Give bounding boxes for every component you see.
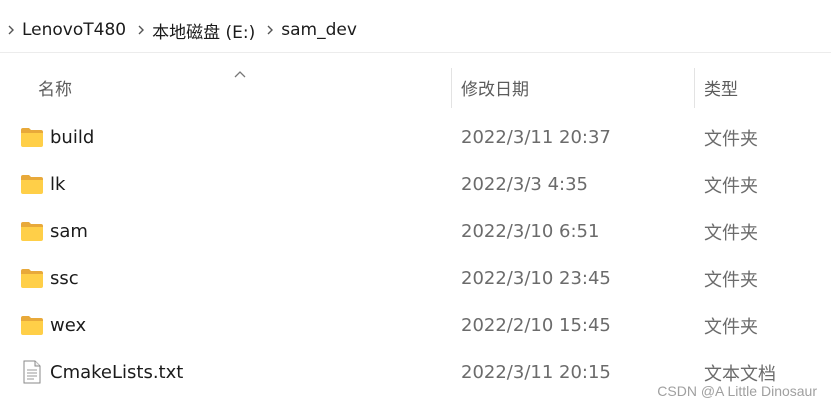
folder-icon [20, 173, 44, 195]
file-name[interactable]: CmakeLists.txt [50, 349, 183, 396]
file-modified-date: 2022/3/11 20:15 [461, 362, 611, 383]
watermark: CSDN @A Little Dinosaur [657, 383, 817, 399]
breadcrumb-item-computer[interactable]: LenovoT480 [20, 20, 132, 40]
file-name[interactable]: sam [50, 208, 88, 255]
column-divider[interactable] [451, 68, 452, 108]
breadcrumb-item-drive[interactable]: 本地磁盘 (E:) [150, 18, 261, 43]
file-row[interactable]: ssc 2022/3/10 23:45 文件夹 [0, 255, 831, 302]
file-type: 文件夹 [704, 175, 758, 197]
file-modified-date: 2022/2/10 15:45 [461, 315, 611, 336]
folder-icon [20, 314, 44, 336]
column-divider[interactable] [694, 68, 695, 108]
breadcrumb-item-folder[interactable]: sam_dev [279, 20, 363, 40]
file-name[interactable]: ssc [50, 255, 79, 302]
file-modified-date: 2022/3/3 4:35 [461, 174, 588, 195]
column-header-bar: 名称 修改日期 类型 [0, 62, 831, 112]
breadcrumb[interactable]: LenovoT480 本地磁盘 (E:) sam_dev [0, 8, 831, 53]
chevron-right-icon[interactable] [261, 24, 279, 36]
file-type: 文件夹 [704, 222, 758, 244]
column-header-date[interactable]: 修改日期 [461, 62, 681, 112]
file-modified-date: 2022/3/10 23:45 [461, 268, 611, 289]
file-row[interactable]: build 2022/3/11 20:37 文件夹 [0, 114, 831, 161]
file-modified-date: 2022/3/11 20:37 [461, 127, 611, 148]
file-list: build 2022/3/11 20:37 文件夹 lk 2022/3/3 4:35 文… [0, 114, 831, 396]
file-row[interactable]: wex 2022/2/10 15:45 文件夹 [0, 302, 831, 349]
chevron-right-icon[interactable] [2, 24, 20, 36]
chevron-right-icon[interactable] [132, 24, 150, 36]
file-type: 文件夹 [704, 316, 758, 338]
column-header-type[interactable]: 类型 [704, 62, 824, 112]
file-name[interactable]: build [50, 114, 94, 161]
folder-icon [20, 267, 44, 289]
file-explorer-window: LenovoT480 本地磁盘 (E:) sam_dev 名称 修改日期 类型 … [0, 0, 831, 407]
column-header-name[interactable]: 名称 [38, 62, 438, 112]
file-row[interactable]: lk 2022/3/3 4:35 文件夹 [0, 161, 831, 208]
file-name[interactable]: wex [50, 302, 86, 349]
file-modified-date: 2022/3/10 6:51 [461, 221, 600, 242]
folder-icon [20, 126, 44, 148]
file-type: 文件夹 [704, 269, 758, 291]
file-row[interactable]: sam 2022/3/10 6:51 文件夹 [0, 208, 831, 255]
folder-icon [20, 220, 44, 242]
file-type: 文件夹 [704, 128, 758, 150]
file-name[interactable]: lk [50, 161, 65, 208]
text-file-icon [20, 360, 44, 384]
